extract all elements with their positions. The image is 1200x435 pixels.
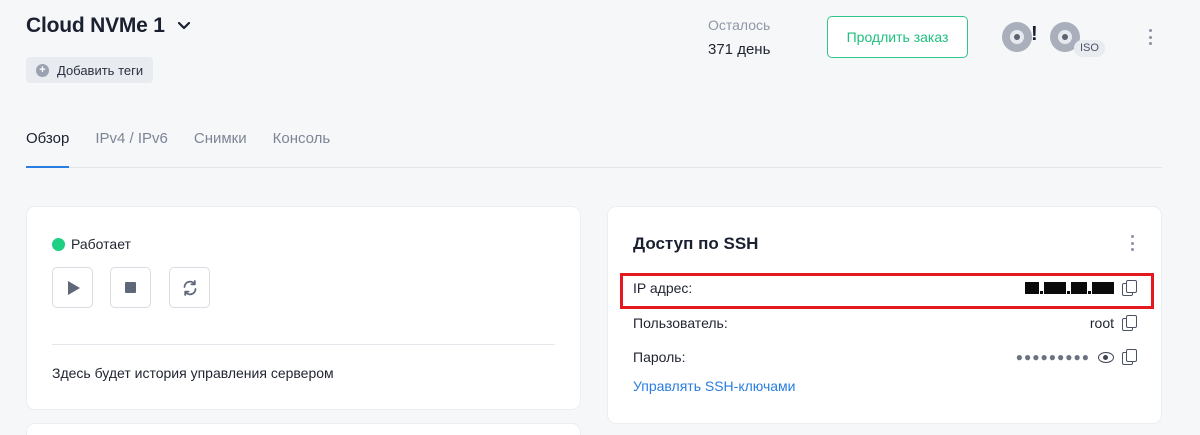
ssh-more-options-icon[interactable]	[1126, 235, 1138, 251]
eye-icon[interactable]	[1098, 351, 1114, 363]
highlight-box	[620, 273, 1154, 309]
tab-overview[interactable]: Обзор	[26, 128, 70, 168]
password-label: Пароль:	[633, 349, 686, 365]
ssh-card-title: Доступ по SSH	[633, 234, 759, 253]
add-tags-label: Добавить теги	[57, 62, 144, 78]
status-text: Работает	[71, 236, 131, 252]
refresh-icon	[183, 279, 196, 296]
password-row: Пароль: ●●●●●●●●●	[633, 346, 1137, 368]
iso-badge: ISO	[1074, 40, 1105, 57]
remaining-value: 371 день	[708, 41, 771, 58]
tab-bar: Обзор IPv4 / IPv6 Снимки Консоль	[26, 128, 1162, 168]
copy-user-icon[interactable]	[1122, 315, 1137, 331]
more-options-icon[interactable]	[1142, 28, 1158, 46]
disc-icon[interactable]	[1002, 22, 1032, 52]
user-row: Пользователь: root	[633, 312, 1137, 334]
add-tags-button[interactable]: + Добавить теги	[26, 57, 154, 83]
user-value: root	[1089, 315, 1114, 331]
server-status: Работает	[52, 236, 131, 252]
password-masked: ●●●●●●●●●	[1015, 350, 1090, 364]
stop-button[interactable]	[110, 267, 151, 308]
remaining-period: Осталось 371 день	[708, 17, 770, 58]
status-indicator-icon	[52, 237, 65, 251]
plus-circle-icon: +	[36, 63, 49, 77]
tab-console[interactable]: Консоль	[273, 128, 331, 168]
chevron-down-icon[interactable]	[175, 17, 193, 35]
renew-order-button[interactable]: Продлить заказ	[827, 16, 968, 58]
start-button[interactable]	[52, 267, 93, 308]
restart-button[interactable]	[169, 267, 210, 308]
server-title-row: Cloud NVMe 1	[26, 14, 193, 38]
remaining-label: Осталось	[708, 17, 771, 33]
divider	[52, 344, 555, 345]
copy-password-icon[interactable]	[1122, 349, 1137, 365]
history-placeholder: Здесь будет история управления сервером	[52, 365, 334, 381]
tab-ipv4-ipv6[interactable]: IPv4 / IPv6	[95, 128, 168, 168]
ssh-access-card: Доступ по SSH IP адрес: Пользователь: ro…	[608, 207, 1161, 423]
stop-icon	[125, 282, 136, 293]
server-control-card: Работает Здесь будет история управления …	[27, 207, 580, 409]
play-icon	[68, 280, 80, 295]
manage-ssh-keys-link[interactable]: Управлять SSH-ключами	[633, 378, 796, 394]
page-title: Cloud NVMe 1	[26, 14, 165, 37]
user-label: Пользователь:	[633, 315, 728, 331]
tab-snapshots[interactable]: Снимки	[194, 128, 247, 168]
alert-mark: !	[1031, 23, 1038, 45]
next-card	[27, 424, 580, 435]
